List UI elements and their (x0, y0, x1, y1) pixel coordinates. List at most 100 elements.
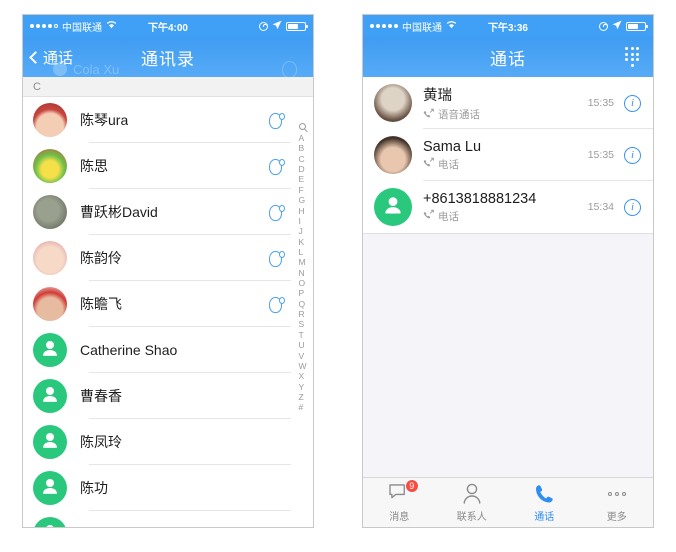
outgoing-call-icon (423, 157, 434, 171)
tab-label: 消息 (389, 511, 410, 523)
contact-row[interactable]: 陈瞻飞 (23, 281, 313, 327)
nav-bar-right: 通话 (363, 37, 653, 77)
alpha-index-letter[interactable]: S (298, 319, 306, 329)
more-dots-icon (607, 491, 626, 496)
avatar (33, 195, 67, 229)
contact-row[interactable]: 曹春香 (23, 373, 313, 419)
message-bubble-icon: 9 (389, 478, 419, 505)
avatar (33, 149, 67, 183)
tab-bar: 9 消息 联系人 通话 更多 (363, 477, 653, 527)
section-header: C (23, 77, 313, 97)
alphabet-index[interactable]: A B C D E F G H I J K L M N O P Q R S T U V W X Y Z # (295, 123, 310, 413)
contact-row[interactable]: 陈琴ura (23, 97, 313, 143)
info-icon[interactable]: i (624, 94, 641, 112)
alpha-index-letter[interactable]: W (298, 361, 306, 371)
contact-name: 曹春香 (80, 388, 122, 404)
alpha-index-letter[interactable]: A (298, 133, 306, 143)
tab-label: 通话 (534, 511, 555, 523)
alpha-index-letter[interactable]: B (298, 143, 306, 153)
alpha-index-letter[interactable]: N (298, 268, 306, 278)
call-list: 黄瑞 语音通话 15:35 i Sama Lu 电话 15:35 i +8613… (363, 77, 653, 234)
battery-icon (626, 21, 648, 31)
contact-name: 陈思 (80, 158, 108, 174)
back-button[interactable]: 通话 (23, 47, 73, 68)
contact-name: 陈瞻飞 (80, 296, 122, 312)
tab-contacts[interactable]: 联系人 (436, 478, 509, 527)
search-icon[interactable] (299, 123, 306, 130)
contact-row[interactable]: 陈思 (23, 143, 313, 189)
alpha-index-letter[interactable]: Y (298, 382, 306, 392)
info-icon[interactable]: i (624, 198, 641, 216)
phone-contacts-screen: 中国联通 下午4:00 通话 通讯录 Cola Xu C 陈琴ura 陈思 曹跃… (22, 14, 314, 528)
call-time: 15:35 (587, 149, 614, 161)
status-bar-left: 中国联通 下午4:00 (23, 15, 313, 37)
avatar (374, 136, 412, 174)
avatar (33, 379, 67, 413)
alpha-index-letter[interactable]: P (298, 288, 306, 298)
battery-icon (286, 21, 308, 31)
phone-handset-icon (535, 483, 554, 505)
alpha-index-letter[interactable]: # (298, 402, 306, 412)
qq-penguin-icon[interactable] (269, 111, 285, 130)
contact-row[interactable]: 曹跃彬David (23, 189, 313, 235)
alpha-index-letter[interactable]: O (298, 278, 306, 288)
alpha-index-letter[interactable]: T (298, 330, 306, 340)
contact-row[interactable] (23, 511, 313, 527)
alpha-index-letter[interactable]: C (298, 154, 306, 164)
alpha-index-letter[interactable]: F (298, 185, 306, 195)
alpha-index-letter[interactable]: K (298, 237, 306, 247)
call-details: 黄瑞 语音通话 (423, 84, 588, 122)
contact-name: 陈凤玲 (80, 434, 122, 450)
tab-calls[interactable]: 通话 (508, 478, 581, 527)
dialpad-icon[interactable] (625, 47, 639, 67)
tab-more[interactable]: 更多 (581, 478, 654, 527)
alpha-index-letter[interactable]: L (298, 247, 306, 257)
alpha-index-letter[interactable]: M (298, 257, 306, 267)
contact-row[interactable]: 陈韵伶 (23, 235, 313, 281)
contact-name: 陈韵伶 (80, 250, 122, 266)
call-type-row: 语音通话 (423, 107, 588, 122)
nav-bar-left: 通话 通讯录 Cola Xu (23, 37, 313, 78)
alpha-index-letter[interactable]: Z (298, 392, 306, 402)
alpha-index-letter[interactable]: D (298, 164, 306, 174)
call-row[interactable]: 黄瑞 语音通话 15:35 i (363, 77, 653, 129)
alpha-index-letter[interactable]: R (298, 309, 306, 319)
alpha-index-letter[interactable]: I (298, 216, 306, 226)
call-time: 15:34 (587, 201, 614, 213)
call-type-label: 电话 (438, 158, 459, 171)
location-arrow-icon (272, 20, 282, 33)
call-row[interactable]: Sama Lu 电话 15:35 i (363, 129, 653, 181)
qq-penguin-icon[interactable] (269, 249, 285, 268)
avatar (33, 517, 67, 527)
info-icon[interactable]: i (624, 146, 641, 164)
contact-row[interactable]: 陈凤玲 (23, 419, 313, 465)
alpha-index-letter[interactable]: Q (298, 299, 306, 309)
alpha-index-letter[interactable]: G (298, 195, 306, 205)
alpha-index-letter[interactable]: E (298, 174, 306, 184)
qq-penguin-icon[interactable] (269, 295, 285, 314)
tab-messages[interactable]: 9 消息 (363, 478, 436, 527)
avatar (33, 425, 67, 459)
contact-name: 陈功 (80, 480, 108, 496)
call-type-label: 语音通话 (438, 109, 480, 121)
rotation-lock-icon (599, 21, 608, 31)
contact-row[interactable]: 陈功 (23, 465, 313, 511)
qq-penguin-icon[interactable] (269, 203, 285, 222)
alpha-index-letter[interactable]: U (298, 340, 306, 350)
call-row[interactable]: +8613818881234 电话 15:34 i (363, 181, 653, 233)
call-type-label: 电话 (438, 210, 459, 223)
tab-label: 更多 (606, 511, 627, 523)
qq-penguin-icon[interactable] (269, 157, 285, 176)
call-time: 15:35 (587, 97, 614, 109)
avatar (33, 103, 67, 137)
avatar (374, 84, 412, 122)
alpha-index-letter[interactable]: H (298, 206, 306, 216)
alpha-index-letter[interactable]: V (298, 351, 306, 361)
alpha-index-letter[interactable]: J (298, 226, 306, 236)
call-details: Sama Lu 电话 (423, 139, 588, 172)
contact-list: 陈琴ura 陈思 曹跃彬David 陈韵伶 陈瞻飞 Catherine Shao… (23, 97, 313, 527)
alpha-index-letter[interactable]: X (298, 371, 306, 381)
more-dots-icon (607, 483, 626, 505)
contact-row[interactable]: Catherine Shao (23, 327, 313, 373)
contact-name: 曹跃彬David (80, 204, 158, 220)
